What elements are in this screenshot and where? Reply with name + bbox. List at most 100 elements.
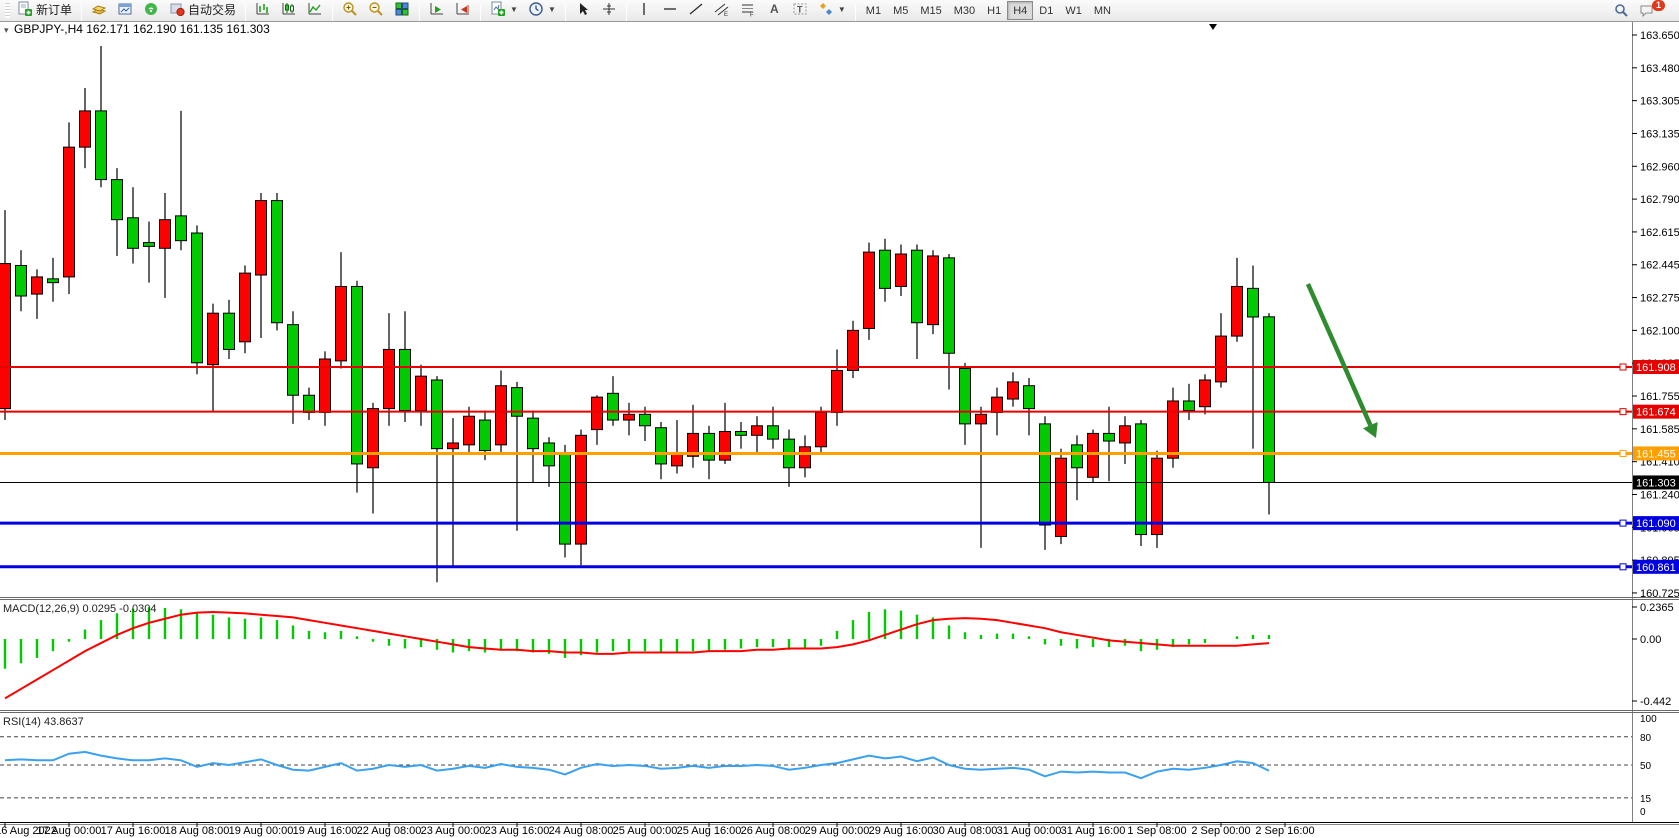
trendline-button[interactable] <box>684 0 708 20</box>
timeframe-d1-button[interactable]: D1 <box>1033 1 1059 20</box>
auto-trading-icon <box>169 1 185 17</box>
toolbar-separator <box>332 4 333 21</box>
price-tick-label: 161.755 <box>1640 391 1679 403</box>
profiles-button[interactable] <box>87 0 111 20</box>
crosshair-button[interactable] <box>597 0 621 20</box>
chat-button[interactable]: 1 <box>1635 0 1675 21</box>
toolbar-separator <box>419 4 420 21</box>
timeframe-m30-button[interactable]: M30 <box>948 1 981 20</box>
candle-body <box>0 264 11 409</box>
candle-body <box>96 111 107 180</box>
timeframe-w1-button[interactable]: W1 <box>1059 1 1088 20</box>
line-chart-icon <box>307 1 323 17</box>
candle-body <box>1008 382 1019 399</box>
hline-handle[interactable] <box>1620 520 1626 526</box>
equidistant-channel-button[interactable]: E <box>710 0 734 20</box>
signals-button[interactable] <box>139 0 163 20</box>
time-tick-label: 25 Aug 00:00 <box>613 825 678 837</box>
auto-scroll-button[interactable] <box>425 0 449 20</box>
candle-body <box>160 220 171 249</box>
candle-body <box>608 393 619 420</box>
toolbar-grip[interactable] <box>5 3 10 18</box>
arrows-button[interactable]: ▼ <box>814 0 850 20</box>
candle-body <box>576 435 587 544</box>
rsi-tick-label: 15 <box>1640 794 1652 805</box>
time-tick-label: 22 Aug 08:00 <box>357 825 422 837</box>
hline-handle[interactable] <box>1620 450 1626 456</box>
price-tick-label: 163.480 <box>1640 63 1679 75</box>
chart-shift-button[interactable] <box>451 0 475 20</box>
chart-background <box>0 22 1679 838</box>
candle-body <box>1168 401 1179 458</box>
timeframe-m15-button[interactable]: M15 <box>914 1 947 20</box>
candle-body <box>672 454 683 465</box>
candle-body <box>768 426 779 439</box>
candle-body <box>624 414 635 420</box>
candle-body <box>1024 386 1035 409</box>
zoom-in-button[interactable] <box>338 0 362 20</box>
candle-body <box>336 286 347 360</box>
bar-chart-button[interactable] <box>251 0 275 20</box>
hline-handle[interactable] <box>1620 364 1626 370</box>
time-axis[interactable]: 16 Aug 202217 Aug 00:0017 Aug 16:0018 Au… <box>0 822 1315 837</box>
timeframe-m5-button[interactable]: M5 <box>887 1 914 20</box>
price-badge-label: 161.908 <box>1636 362 1676 374</box>
cursor-icon <box>575 1 591 17</box>
toolbar-separator <box>565 4 566 21</box>
candle-body <box>384 349 395 408</box>
toolbar-buttons: 新订单自动交易▼▼EFAT▼ <box>12 0 860 22</box>
notification-badge: 1 <box>1652 0 1665 11</box>
candle-body <box>432 380 443 449</box>
time-tick-label: 25 Aug 16:00 <box>677 825 742 837</box>
candle-chart-button[interactable] <box>277 0 301 20</box>
charts-window-button[interactable] <box>113 0 137 20</box>
main-toolbar: 新订单自动交易▼▼EFAT▼ M1M5M15M30H1H4D1W1MN 1 <box>0 0 1679 22</box>
search-icon <box>1614 3 1629 18</box>
text-button[interactable]: A <box>762 0 786 20</box>
fibonacci-button[interactable]: F <box>736 0 760 20</box>
price-tick-label: 162.790 <box>1640 194 1679 206</box>
new-chart-button[interactable]: ▼ <box>486 0 522 20</box>
svg-text:F: F <box>750 13 754 18</box>
cursor-button[interactable] <box>571 0 595 20</box>
tile-windows-icon <box>394 1 410 17</box>
candle-body <box>1264 317 1275 483</box>
new-order-button[interactable]: 新订单 <box>13 0 76 20</box>
candle-body <box>720 432 731 461</box>
chart-canvas[interactable]: 163.650163.480163.305163.135162.960162.7… <box>0 22 1679 838</box>
zoom-out-button[interactable] <box>364 0 388 20</box>
candle-body <box>640 414 651 425</box>
price-badge-label: 161.455 <box>1636 448 1676 460</box>
text-label-button[interactable]: T <box>788 0 812 20</box>
price-badge-161.303: 161.303 <box>1633 475 1679 489</box>
candle-body <box>704 433 715 460</box>
chart-window[interactable]: 163.650163.480163.305163.135162.960162.7… <box>0 22 1679 838</box>
candle-body <box>1056 458 1067 536</box>
search-button[interactable] <box>1610 0 1633 21</box>
hline-handle[interactable] <box>1620 564 1626 570</box>
price-badge-label: 161.674 <box>1636 407 1676 419</box>
tile-windows-button[interactable] <box>390 0 414 20</box>
auto-trading-button[interactable]: 自动交易 <box>165 0 240 20</box>
horizontal-line-icon <box>662 1 678 17</box>
candle-body <box>880 250 891 288</box>
candle-body <box>48 279 59 283</box>
periods-button[interactable]: ▼ <box>524 0 560 20</box>
line-chart-button[interactable] <box>303 0 327 20</box>
candle-body <box>1232 286 1243 336</box>
timeframe-h4-button[interactable]: H4 <box>1007 1 1033 20</box>
vertical-line-button[interactable] <box>632 0 656 20</box>
rsi-label: RSI(14) 43.8637 <box>3 716 84 728</box>
timeframe-h1-button[interactable]: H1 <box>981 1 1007 20</box>
timeframe-m1-button[interactable]: M1 <box>860 1 887 20</box>
candle-body <box>592 397 603 429</box>
candle-body <box>560 454 571 544</box>
horizontal-line-button[interactable] <box>658 0 682 20</box>
price-tick-label: 163.650 <box>1640 30 1679 42</box>
candle-body <box>208 313 219 365</box>
timeframe-mn-button[interactable]: MN <box>1088 1 1117 20</box>
time-tick-label: 17 Aug 00:00 <box>37 825 102 837</box>
candle-body <box>144 243 155 247</box>
hline-handle[interactable] <box>1620 409 1626 415</box>
rsi-tick-label: 80 <box>1640 733 1652 744</box>
